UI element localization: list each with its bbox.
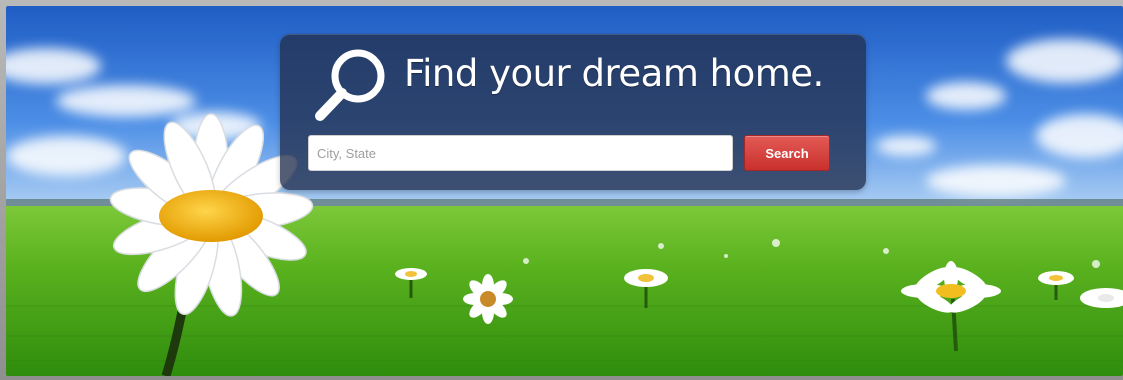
browser-frame: Find your dream home. Search [0,0,1123,380]
magnifying-glass-icon [315,49,385,121]
search-headline: Find your dream home. [404,52,824,95]
search-panel: Find your dream home. Search [280,34,866,190]
city-state-search-input[interactable] [308,135,733,171]
search-button[interactable]: Search [744,135,830,171]
hero-banner: Find your dream home. Search [6,6,1123,376]
